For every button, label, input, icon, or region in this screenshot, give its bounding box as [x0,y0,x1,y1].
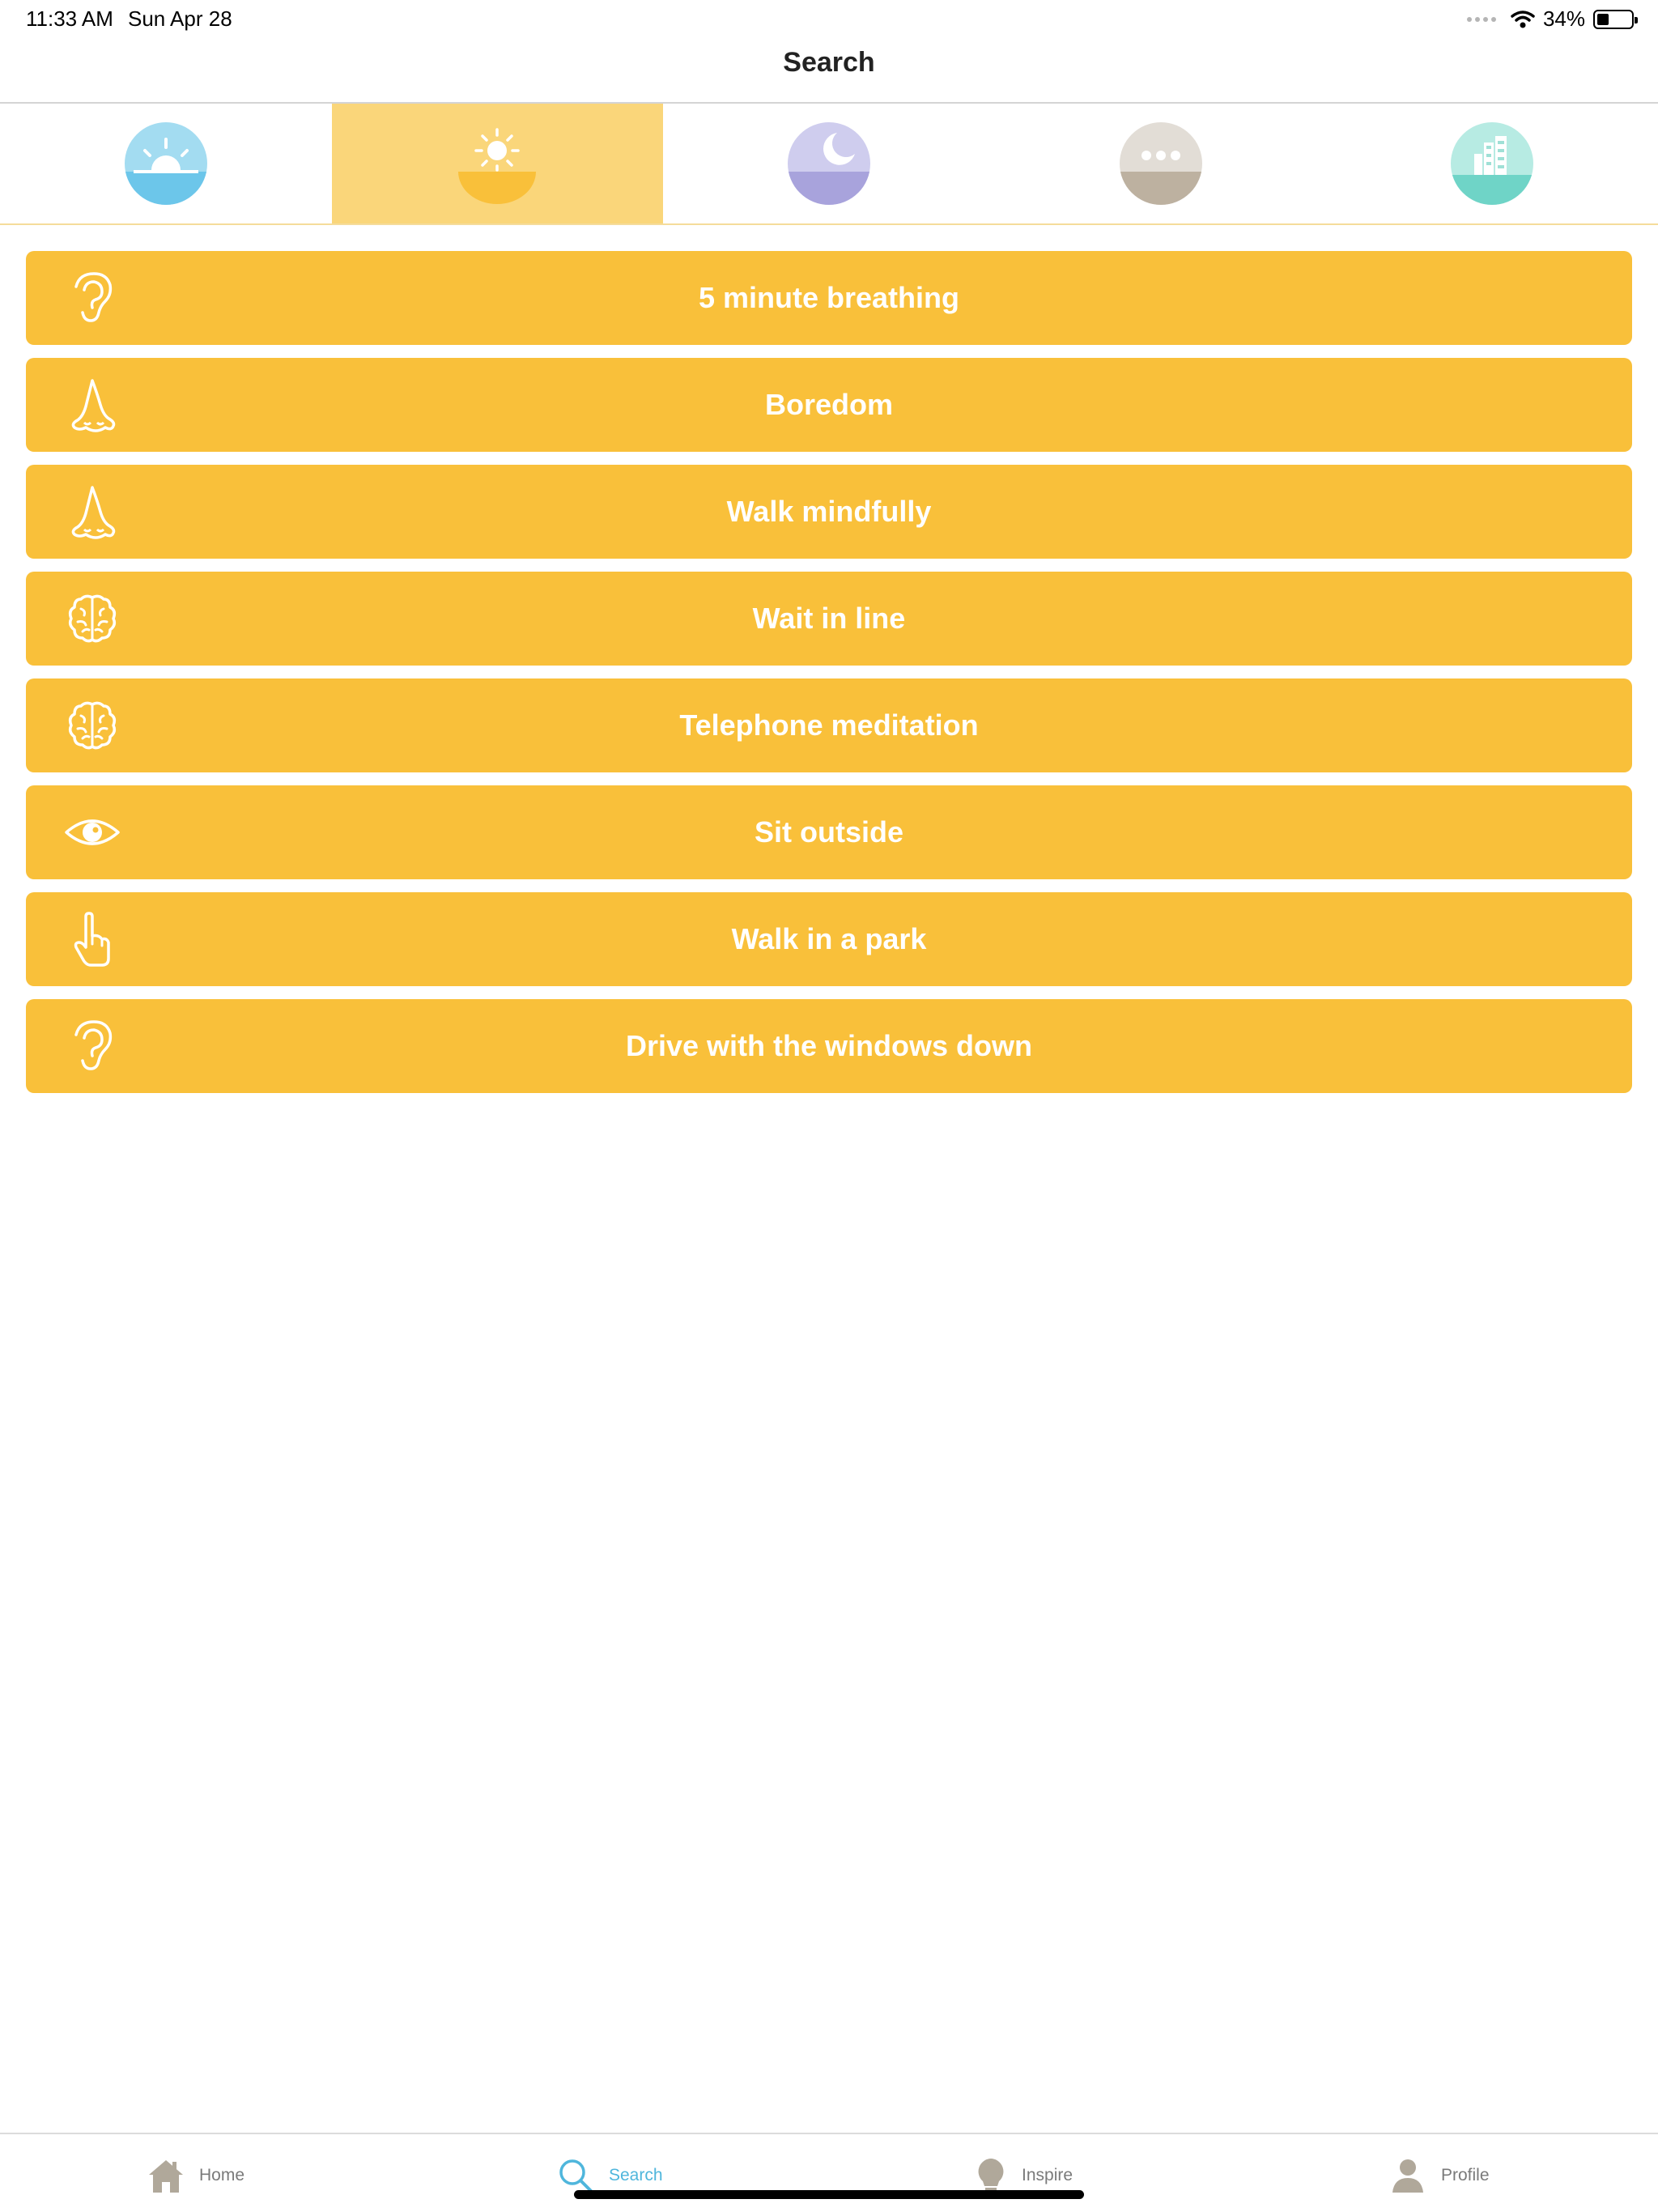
city-icon [1451,122,1534,205]
activity-item[interactable]: 5 minute breathing [26,251,1632,345]
activity-item[interactable]: Telephone meditation [26,678,1632,772]
tab-home-label: Home [199,2166,245,2184]
activity-label: Walk in a park [731,922,927,955]
status-date: Sun Apr 28 [128,6,232,31]
activity-item[interactable]: Drive with the windows down [26,999,1632,1093]
tab-inspire-label: Inspire [1022,2166,1073,2184]
category-tab-city[interactable] [1326,104,1658,223]
category-divider [0,223,1658,225]
category-tab-sunrise[interactable] [0,104,332,223]
lightbulb-icon [978,2159,1004,2193]
tab-inspire[interactable]: Inspire [975,2157,1073,2194]
tab-home[interactable]: Home [147,2157,244,2194]
more-dots-icon [1119,122,1202,205]
search-icon [559,2159,593,2193]
moon-icon [787,122,870,205]
activity-label: Boredom [764,388,893,421]
status-bar: 11:33 AM Sun Apr 28 34% [0,0,1658,40]
category-tab-more[interactable] [995,104,1327,223]
page-title: Search [783,47,875,78]
battery-icon [1593,9,1638,29]
tab-search-label: Search [609,2166,663,2184]
tab-bar: Home Search Inspire Profile [0,2133,1658,2212]
tab-profile[interactable]: Profile [1389,2157,1490,2194]
activity-label: 5 minute breathing [698,281,960,314]
wifi-icon [1511,10,1535,28]
activity-label: Telephone meditation [679,708,979,742]
sun-icon [458,128,537,204]
activity-item[interactable]: Sit outside [26,785,1632,879]
status-time: 11:33 AM [26,6,113,31]
home-icon [149,2160,183,2193]
activity-item[interactable]: Wait in line [26,572,1632,666]
category-tabs [0,104,1658,223]
home-indicator [574,2190,1084,2199]
status-indicators: 34% [1466,6,1638,32]
battery-percent: 34% [1542,6,1585,31]
category-tab-sun[interactable] [331,104,664,223]
cellular-signal-icon [1466,16,1496,22]
tab-search[interactable]: Search [557,2157,663,2194]
category-tab-moon[interactable] [663,104,995,223]
tab-profile-label: Profile [1441,2166,1490,2184]
activity-item[interactable]: Boredom [26,358,1632,452]
activity-label: Wait in line [752,602,906,635]
activity-label: Drive with the windows down [625,1029,1032,1062]
activity-item[interactable]: Walk mindfully [26,465,1632,559]
profile-icon [1392,2159,1423,2193]
activity-label: Sit outside [754,815,903,849]
activity-item[interactable]: Walk in a park [26,892,1632,986]
sunrise-icon [124,122,207,205]
activity-list: 5 minute breathing Boredom Walk mindfully W… [26,251,1632,1106]
activity-label: Walk mindfully [726,495,932,528]
search-screen: 11:33 AM Sun Apr 28 34% Search 5 minute … [0,0,1658,2212]
